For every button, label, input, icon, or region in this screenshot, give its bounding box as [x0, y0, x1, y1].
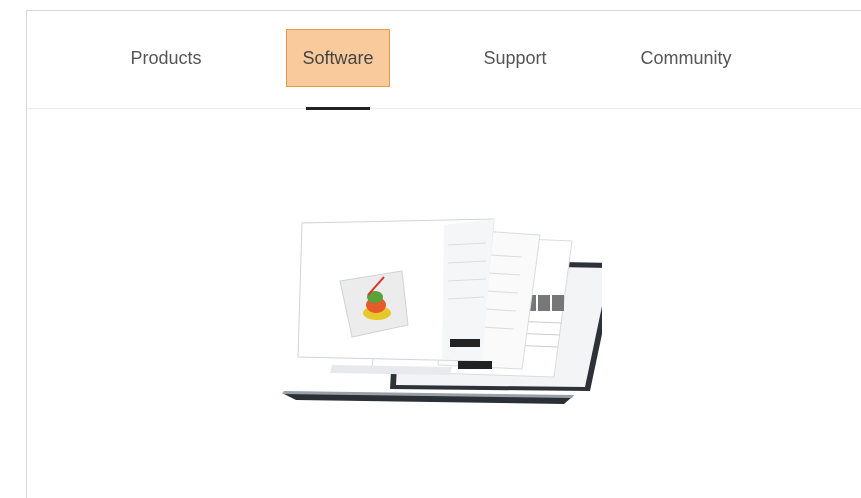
- software-hero-illustration: [272, 201, 617, 411]
- page-frame: Products Software Support Community: [26, 10, 861, 498]
- nav-tab-software[interactable]: Software: [286, 29, 390, 87]
- nav-tab-products[interactable]: Products: [106, 29, 226, 87]
- nav-tab-community[interactable]: Community: [616, 29, 756, 87]
- nav-tab-support[interactable]: Support: [455, 29, 575, 87]
- laptop-screens-illustration: [282, 218, 617, 404]
- top-navigation: Products Software Support Community: [27, 11, 861, 109]
- active-tab-indicator: [306, 107, 370, 110]
